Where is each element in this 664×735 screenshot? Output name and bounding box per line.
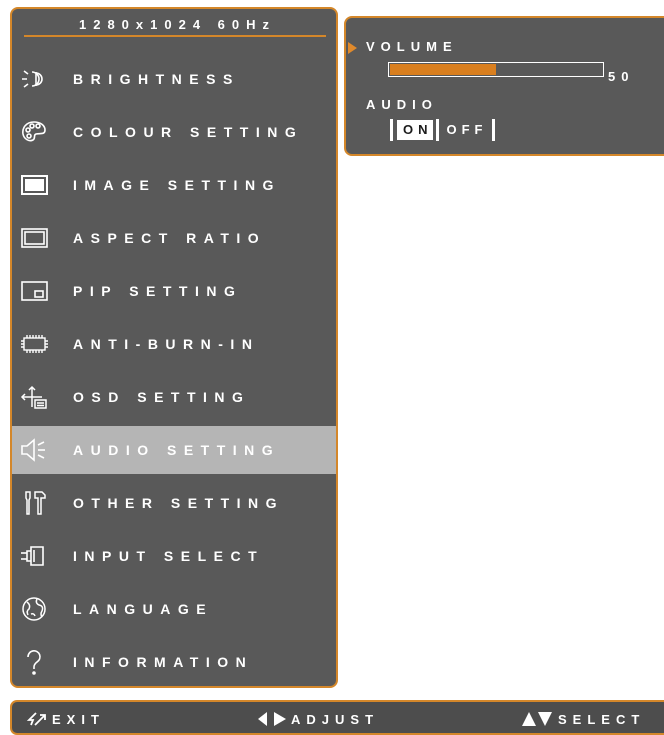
- input-plug-icon: [17, 539, 51, 573]
- volume-value: 50: [608, 69, 635, 84]
- menu-item-audio-setting[interactable]: AUDIO SETTING: [12, 426, 336, 474]
- speaker-icon: [17, 433, 51, 467]
- exit-hint[interactable]: EXIT: [26, 711, 105, 727]
- select-label: SELECT: [558, 711, 646, 727]
- audio-label: AUDIO: [366, 97, 438, 112]
- adjust-label: ADJUST: [291, 711, 380, 727]
- menu-item-information[interactable]: INFORMATION: [12, 638, 336, 686]
- chip-icon: [17, 327, 51, 361]
- divider: [390, 119, 393, 141]
- divider: [24, 35, 326, 37]
- menu-item-label: OSD SETTING: [73, 389, 251, 405]
- menu-item-label: OTHER SETTING: [73, 495, 285, 511]
- aspect-ratio-icon: [17, 221, 51, 255]
- menu-item-label: PIP SETTING: [73, 283, 243, 299]
- menu-item-image-setting[interactable]: IMAGE SETTING: [12, 161, 336, 209]
- question-icon: [17, 645, 51, 679]
- menu-item-label: LANGUAGE: [73, 601, 214, 617]
- volume-slider[interactable]: [388, 62, 604, 77]
- audio-toggle[interactable]: ON OFF: [390, 119, 495, 141]
- select-hint[interactable]: SELECT: [521, 711, 645, 727]
- left-right-arrows-icon: [257, 711, 287, 727]
- menu-item-label: INFORMATION: [73, 654, 254, 670]
- globe-icon: [17, 592, 51, 626]
- osd-move-icon: [17, 380, 51, 414]
- menu-item-label: AUDIO SETTING: [73, 442, 281, 458]
- menu-item-brightness[interactable]: BRIGHTNESS: [12, 55, 336, 103]
- up-down-arrows-icon: [521, 711, 555, 727]
- menu-item-pip-setting[interactable]: PIP SETTING: [12, 267, 336, 315]
- menu-item-label: ASPECT RATIO: [73, 230, 267, 246]
- volume-label: VOLUME: [366, 39, 458, 54]
- resolution-display: 1280x1024 60Hz: [78, 17, 277, 32]
- menu-item-anti-burn-in[interactable]: ANTI-BURN-IN: [12, 320, 336, 368]
- brightness-icon: [17, 62, 51, 96]
- menu-item-language[interactable]: LANGUAGE: [12, 585, 336, 633]
- menu-item-aspect-ratio[interactable]: ASPECT RATIO: [12, 214, 336, 262]
- menu-item-other-setting[interactable]: OTHER SETTING: [12, 479, 336, 527]
- audio-on-option[interactable]: ON: [397, 120, 433, 140]
- menu-item-label: COLOUR SETTING: [73, 124, 304, 140]
- adjust-hint[interactable]: ADJUST: [257, 711, 379, 727]
- divider: [435, 119, 439, 141]
- tools-icon: [17, 486, 51, 520]
- menu-item-label: ANTI-BURN-IN: [73, 336, 260, 352]
- selection-arrow-icon: [348, 42, 357, 54]
- menu-item-colour-setting[interactable]: COLOUR SETTING: [12, 108, 336, 156]
- menu-item-input-select[interactable]: INPUT SELECT: [12, 532, 336, 580]
- main-menu-panel: 1280x1024 60Hz BRIGHTNESS COLOUR SETTING: [10, 7, 338, 688]
- footer-hint-bar: EXIT ADJUST SELECT: [10, 700, 664, 735]
- image-screen-icon: [17, 168, 51, 202]
- audio-off-option[interactable]: OFF: [442, 120, 488, 140]
- menu-item-label: INPUT SELECT: [73, 548, 265, 564]
- divider: [491, 119, 495, 141]
- palette-icon: [17, 115, 51, 149]
- exit-label: EXIT: [52, 711, 105, 727]
- exit-icon: [26, 711, 48, 727]
- menu-item-osd-setting[interactable]: OSD SETTING: [12, 373, 336, 421]
- volume-slider-fill: [390, 64, 496, 75]
- pip-icon: [17, 274, 51, 308]
- menu-item-label: BRIGHTNESS: [73, 71, 240, 87]
- audio-submenu-panel: VOLUME 50 AUDIO ON OFF: [344, 16, 664, 156]
- menu-item-label: IMAGE SETTING: [73, 177, 281, 193]
